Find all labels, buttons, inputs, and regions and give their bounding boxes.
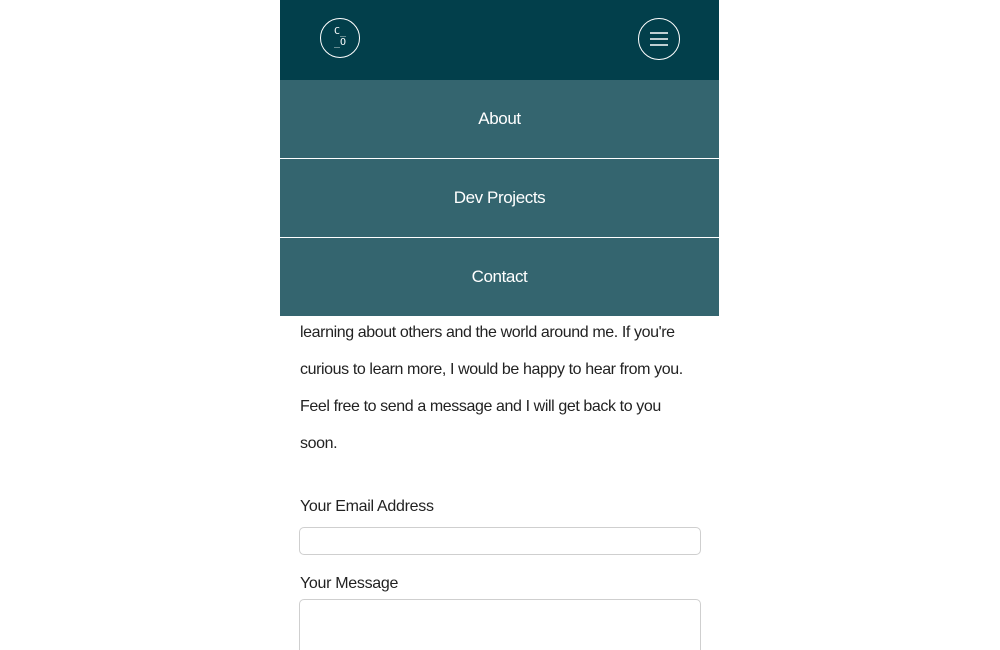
paragraph-line: Feel free to send a message and I will g… — [300, 398, 661, 415]
email-field[interactable] — [299, 527, 701, 555]
logo-line-2: _O — [333, 37, 347, 48]
nav-item-label: About — [478, 109, 521, 128]
email-label: Your Email Address — [300, 498, 434, 515]
logo-line-1: C_ — [333, 26, 347, 37]
menu-toggle-button[interactable] — [638, 18, 680, 60]
nav-item-contact[interactable]: Contact — [280, 238, 719, 316]
message-field[interactable] — [299, 599, 701, 650]
logo[interactable]: C_ _O — [320, 18, 360, 58]
paragraph-line: curious to learn more, I would be happy … — [300, 361, 683, 378]
nav-menu: About Dev Projects Contact — [280, 80, 719, 316]
message-label: Your Message — [300, 575, 399, 592]
nav-item-label: Contact — [471, 267, 528, 286]
hamburger-icon — [650, 32, 668, 46]
intro-paragraph: learning about others and the world arou… — [300, 314, 700, 462]
nav-item-label: Dev Projects — [453, 188, 546, 207]
mobile-viewport: C_ _O About Dev Projects Contact learnin… — [280, 0, 719, 650]
nav-item-about[interactable]: About — [280, 80, 719, 159]
contact-section: learning about others and the world arou… — [299, 314, 701, 650]
paragraph-line: soon. — [300, 435, 338, 452]
paragraph-line: learning about others and the world arou… — [300, 324, 675, 341]
site-header: C_ _O — [280, 0, 719, 80]
nav-item-dev-projects[interactable]: Dev Projects — [280, 159, 719, 238]
